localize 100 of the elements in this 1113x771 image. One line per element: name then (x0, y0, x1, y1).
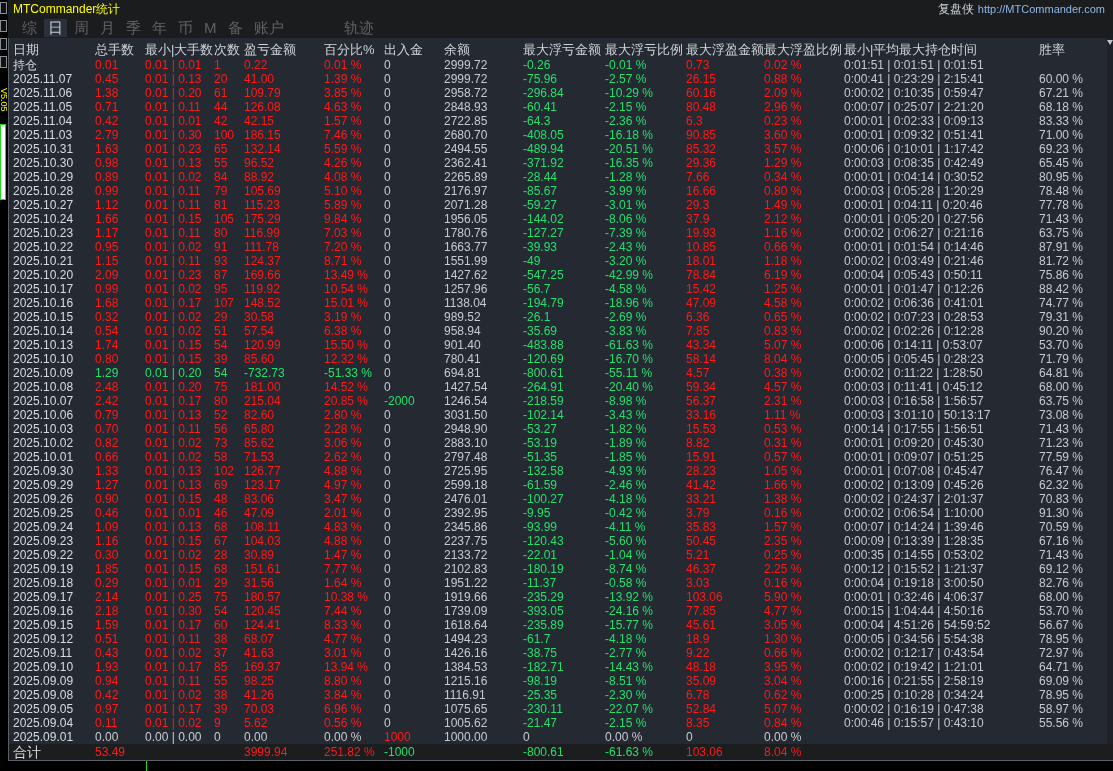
table-cell-text: 2948.90 (444, 422, 489, 436)
table-cell-text: -9.95 (523, 506, 552, 520)
website-link[interactable]: http://MTCommander.com (977, 0, 1105, 18)
table-cell-text: -3.01 % (605, 198, 648, 212)
table-cell-text: 9 (214, 716, 222, 730)
table-cell-text: 80 (214, 226, 229, 240)
table-cell-text: 2025.09.29 (13, 478, 75, 492)
scroll-up-icon[interactable] (1107, 40, 1113, 45)
brand-label: 复盘侠 (937, 1, 974, 18)
table-cell-text: 0.01 | 0.13 (145, 156, 203, 170)
table-cell-text: 2025.10.03 (13, 422, 75, 436)
table-cell-text: -102.14 (523, 408, 565, 422)
table-cell-text: 2025.09.05 (13, 702, 75, 716)
tab[interactable]: M (200, 19, 221, 37)
table-cell-text: 2025.09.24 (13, 520, 75, 534)
side-button[interactable] (0, 56, 7, 68)
table-cell-text: 1384.53 (444, 660, 489, 674)
table-cell-text: 0:00:02 | 0:03:49 | 0:21:46 (844, 254, 985, 268)
tab[interactable]: 年 (148, 19, 171, 37)
table-cell-text: 45.61 (686, 618, 718, 632)
table-cell-text: 0 (384, 310, 392, 324)
tab[interactable]: 日 (44, 19, 67, 37)
table-cell-text: 33.21 (686, 492, 718, 506)
table-cell-text: 3.47 % (324, 492, 363, 506)
side-button[interactable] (0, 2, 7, 14)
table-cell-text: 68.07 (244, 632, 276, 646)
table-cell-text: 80.95 % (1039, 170, 1085, 184)
table-cell-text: 0.45 (95, 72, 120, 86)
tab[interactable]: 周 (70, 19, 93, 37)
table-cell-text: 0:00:02 | 0:07:23 | 0:28:53 (844, 310, 985, 324)
side-button[interactable] (0, 38, 7, 50)
tab[interactable]: 备 (223, 19, 247, 37)
table-cell-text: 0.01 | 0.11 (145, 632, 202, 646)
table-cell-text: 62.32 % (1039, 478, 1085, 492)
table-cell-text: 65.80 (244, 422, 276, 436)
table-cell-text: 2025.09.16 (13, 604, 75, 618)
table-cell-text: 2.12 % (764, 212, 803, 226)
table-cell-text: 8.35 (686, 716, 711, 730)
table-cell-text: 70.03 (244, 702, 276, 716)
table-cell-text: 2025.10.24 (13, 212, 75, 226)
table-cell-text: 58.97 % (1039, 702, 1085, 716)
tab[interactable]: 币 (174, 19, 197, 37)
tab[interactable]: 账户 (249, 19, 288, 37)
table-cell-text: -8.06 % (605, 212, 648, 226)
table-cell-text: 2025.10.09 (13, 366, 75, 380)
table-cell-text: -98.19 (523, 674, 559, 688)
table-cell-text: -38.75 (523, 646, 559, 660)
table-cell-text: 0.01 | 0.15 (145, 492, 203, 506)
table-cell-text: 0.80 % (764, 184, 803, 198)
table-cell-text: -18.96 % (605, 296, 655, 310)
table-cell-text: 2025.10.27 (13, 198, 75, 212)
table-cell-text: 102 (214, 464, 236, 478)
table-cell-text: 71.43 % (1039, 548, 1085, 562)
side-button[interactable] (0, 20, 7, 32)
table-cell-text: 61 (214, 86, 229, 100)
table-cell-text: 56.67 % (1039, 618, 1085, 632)
table-cell-text: -22.01 (523, 548, 559, 562)
table-cell-text: 0.82 (95, 436, 120, 450)
table-cell-text: 5.21 (686, 548, 711, 562)
table-cell-text: 1.16 % (764, 226, 803, 240)
tab[interactable]: 综 (18, 19, 41, 37)
table-cell-text: 0.01 | 0.01 (145, 576, 203, 590)
table-cell-text: 67 (214, 534, 229, 548)
table-cell-text: 0.00 % (764, 730, 803, 744)
table-cell-text: 0 (384, 674, 392, 688)
table-cell-text: 30.89 (244, 548, 276, 562)
table-cell-text: 0.01 | 0.30 (145, 604, 203, 618)
table-cell-text: 0 (384, 632, 392, 646)
table-cell-text: 0.01 (95, 58, 120, 72)
table-cell-text: 2025.11.03 (13, 128, 74, 142)
table-cell-text: 5.90 % (764, 590, 803, 604)
table-cell-text: 1427.62 (444, 268, 489, 282)
table-cell-text: 9.22 (686, 646, 711, 660)
table-cell-text: 2599.18 (444, 478, 489, 492)
table-cell-text: 2025.10.21 (13, 254, 75, 268)
table-cell-text: 105 (214, 212, 236, 226)
table-cell-text: -0.26 (523, 58, 552, 72)
tab[interactable]: 季 (122, 19, 145, 37)
table-cell-text: -4.18 % (605, 632, 648, 646)
table-cell-text: -49 (523, 254, 542, 268)
table-cell-text: -16.35 % (605, 156, 655, 170)
table-cell-text: 120.45 (244, 604, 282, 618)
tab[interactable]: 月 (96, 19, 119, 37)
table-cell-text: 0:00:01 | 0:32:46 | 4:06:37 (844, 590, 985, 604)
table-cell-text: 1427.54 (444, 380, 489, 394)
table-cell-text: 1.85 (95, 562, 120, 576)
table-cell-text: 2999.72 (444, 58, 489, 72)
table-cell-text: 0.56 % (324, 716, 363, 730)
table-cell-text: -75.96 (523, 72, 559, 86)
table-cell-text: -0.42 % (605, 506, 648, 520)
table-cell-text: 5.59 % (324, 142, 363, 156)
table-cell-text: 0.51 (95, 632, 120, 646)
tab[interactable]: 轨迹 (339, 19, 378, 37)
table-cell-text: 30.58 (244, 310, 276, 324)
table-cell-text: 76.47 % (1039, 464, 1085, 478)
table-cell-text: 2.42 (95, 394, 120, 408)
table-cell-text: 7.85 (686, 324, 711, 338)
table-cell-text: 0.01 | 0.15 (145, 534, 203, 548)
table-cell-text: -3.43 % (605, 408, 648, 422)
scrollbar[interactable] (1107, 38, 1113, 744)
